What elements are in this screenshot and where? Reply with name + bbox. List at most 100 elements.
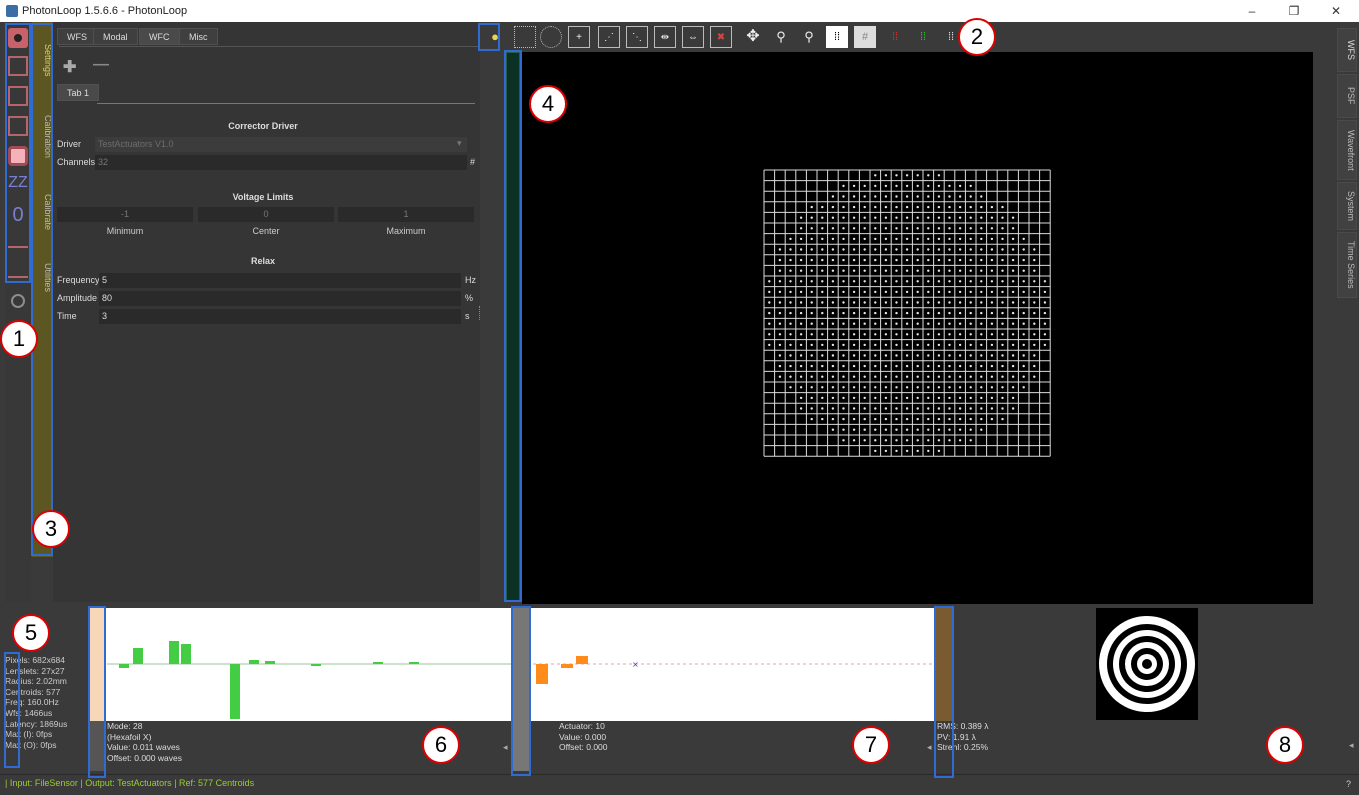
highlight-box-tabs xyxy=(31,23,53,556)
centroid-spot xyxy=(863,290,866,294)
show-spots-icon[interactable]: ⁞⁞ xyxy=(826,26,848,48)
centroid-spot xyxy=(990,280,994,283)
centroid-spot xyxy=(852,216,856,219)
centroid-spot xyxy=(927,237,930,241)
red-spots-icon[interactable]: ⁞⁞ xyxy=(884,26,906,48)
amplitude-field[interactable]: 80 xyxy=(99,291,461,306)
centroid-spot xyxy=(990,364,994,368)
help-icon[interactable]: ? xyxy=(1346,779,1351,789)
centroid-spot xyxy=(1011,396,1015,400)
tab-right-psf[interactable]: PSF xyxy=(1337,74,1357,118)
minimize-button[interactable]: – xyxy=(1238,2,1266,20)
centroid-spot xyxy=(969,417,972,421)
centroid-spot xyxy=(884,343,888,347)
frequency-field[interactable]: 5 xyxy=(99,273,461,288)
tab-wfs[interactable]: WFS xyxy=(57,28,97,45)
sub-tab-divider xyxy=(97,103,475,104)
centroid-spot xyxy=(927,364,930,368)
centroid-spot xyxy=(1043,333,1047,336)
centroid-spot xyxy=(789,364,792,368)
crosshair-icon[interactable]: + xyxy=(568,26,590,48)
centroid-spot xyxy=(1033,333,1036,336)
tab-right-time-series[interactable]: Time Series xyxy=(1337,232,1357,298)
centroid-spot xyxy=(937,227,941,230)
centroid-spot xyxy=(969,184,972,188)
tab-modal[interactable]: Modal xyxy=(93,28,138,45)
green-spots-icon[interactable]: ⁞⁞ xyxy=(912,26,934,48)
centroid-spot xyxy=(863,386,866,389)
tab-wfc[interactable]: WFC xyxy=(139,28,180,45)
centroid-spot xyxy=(916,333,919,336)
tab-misc[interactable]: Misc xyxy=(179,28,218,45)
centroid-spot xyxy=(1001,258,1004,262)
collapse-middle-icon[interactable]: ◂ xyxy=(927,742,932,753)
view-toolbar: ● + ⋰ ⋱ ⇹ ⇔ ✖ ✥ ⚲ ⚲ ⁞⁞ # ⁞⁞ ⁞⁞ ⁞⁞ xyxy=(480,22,1335,52)
centroid-spot xyxy=(821,417,824,421)
driver-select[interactable]: TestActuators V1.0 xyxy=(95,137,467,152)
minus-icon[interactable]: — xyxy=(93,56,109,74)
centroid-spot xyxy=(789,375,792,378)
actuator-number: Actuator: 10 xyxy=(559,721,605,731)
centroid-spot xyxy=(969,301,972,304)
tab-right-wfs[interactable]: WFS xyxy=(1337,28,1357,72)
centroid-spot xyxy=(842,428,845,431)
centroid-spot xyxy=(1011,301,1015,304)
centroid-spot xyxy=(916,396,919,400)
centroid-spot xyxy=(821,248,824,251)
centroid-spot xyxy=(799,396,803,400)
voltage-minimum-field[interactable]: -1 xyxy=(57,207,193,222)
centroid-spot xyxy=(1001,364,1004,368)
fit-clear-icon[interactable]: ✖ xyxy=(710,26,732,48)
centroid-spot xyxy=(990,396,994,400)
show-grid-icon[interactable]: # xyxy=(854,26,876,48)
fit-horizontal-icon[interactable]: ⇹ xyxy=(654,26,676,48)
centroid-spot xyxy=(895,407,898,410)
centroid-spot xyxy=(821,311,824,315)
channels-field[interactable]: 32 xyxy=(95,155,467,170)
centroid-spot xyxy=(778,311,782,315)
sub-tab-1[interactable]: Tab 1 xyxy=(57,84,100,101)
restore-button[interactable]: ❐ xyxy=(1280,2,1308,20)
time-field[interactable]: 3 xyxy=(99,309,461,324)
collapse-right-icon[interactable]: ◂ xyxy=(1349,740,1354,751)
close-button[interactable]: ✕ xyxy=(1322,2,1350,20)
driver-label: Driver xyxy=(57,139,81,149)
pan-icon[interactable]: ✥ xyxy=(742,26,764,48)
centroid-spot xyxy=(789,322,792,325)
centroid-spot xyxy=(948,322,951,325)
mode-number: Mode: 28 xyxy=(107,721,143,731)
circle-select-icon[interactable] xyxy=(540,26,562,48)
centroid-spot xyxy=(842,364,845,368)
zoom-reset-icon[interactable]: ⚲ xyxy=(798,26,820,48)
wfs-image-view[interactable] xyxy=(522,52,1313,604)
centroid-spot xyxy=(863,364,866,368)
centroid-spot xyxy=(916,449,919,453)
interferogram-preview[interactable] xyxy=(1096,608,1198,720)
record-icon[interactable] xyxy=(11,294,25,308)
voltage-center-field[interactable]: 0 xyxy=(198,207,334,222)
plus-icon[interactable]: ✚ xyxy=(63,57,76,77)
collapse-left-icon[interactable]: ◂ xyxy=(503,742,508,753)
centroid-spot xyxy=(1011,280,1015,283)
rect-select-icon[interactable] xyxy=(514,26,536,48)
fit-both-icon[interactable]: ⇔ xyxy=(682,26,704,48)
centroid-spot xyxy=(980,258,983,262)
voltage-maximum-field[interactable]: 1 xyxy=(338,207,474,222)
splitter-handle[interactable] xyxy=(479,306,482,320)
centroid-spot xyxy=(863,343,866,347)
zoom-in-icon[interactable]: ⚲ xyxy=(770,26,792,48)
centroid-spot xyxy=(863,301,866,304)
centroid-spot xyxy=(927,417,930,421)
centroid-spot xyxy=(799,375,803,378)
centroid-spot xyxy=(1033,311,1036,315)
zoom-region-icon[interactable]: ⋰ xyxy=(598,26,620,48)
tab-right-system[interactable]: System xyxy=(1337,182,1357,230)
centroid-spot xyxy=(1022,364,1025,368)
centroid-spot xyxy=(990,343,994,347)
centroid-spot xyxy=(937,343,941,347)
zoom-out-region-icon[interactable]: ⋱ xyxy=(626,26,648,48)
centroid-spot xyxy=(1033,280,1036,283)
centroid-spot xyxy=(874,428,877,431)
centroid-spot xyxy=(980,290,983,294)
tab-right-wavefront[interactable]: Wavefront xyxy=(1337,120,1357,180)
